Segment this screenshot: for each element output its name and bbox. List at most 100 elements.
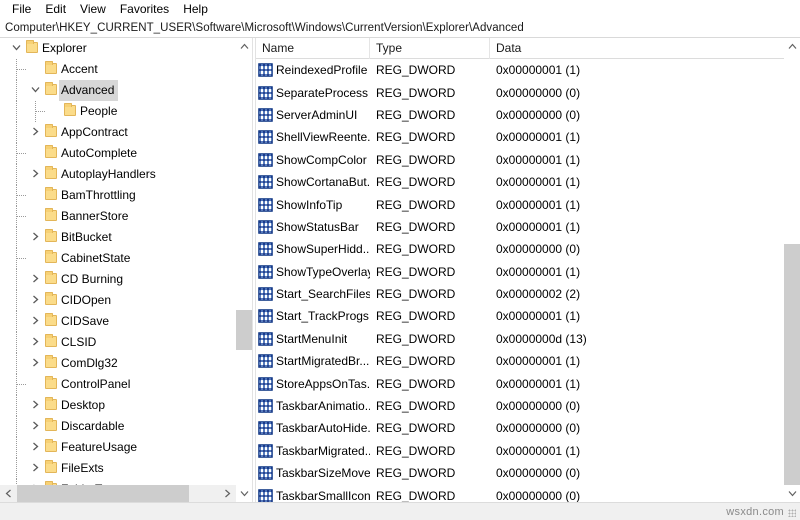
tree-item-discardable[interactable]: Discardable	[0, 416, 236, 437]
value-name-cell[interactable]: Start_TrackProgs	[256, 309, 370, 324]
registry-tree-list[interactable]: Explorer Accent Advanced People AppContract A…	[0, 38, 236, 502]
table-row[interactable]: TaskbarAutoHide... REG_DWORD 0x00000000 (0…	[256, 417, 784, 439]
value-name-cell[interactable]: Start_SearchFiles	[256, 287, 370, 302]
values-scroll-up-icon[interactable]	[784, 38, 800, 55]
chevron-down-icon[interactable]	[27, 80, 43, 101]
column-header-type[interactable]: Type	[370, 38, 490, 59]
table-row[interactable]: SeparateProcess REG_DWORD 0x00000000 (0)	[256, 81, 784, 103]
chevron-right-icon[interactable]	[27, 416, 43, 437]
tree-vscroll-thumb[interactable]	[236, 310, 252, 350]
table-row[interactable]: TaskbarSmallIcons REG_DWORD 0x00000000 (0)	[256, 484, 784, 502]
tree-vertical-scrollbar[interactable]	[236, 38, 252, 502]
chevron-right-icon[interactable]	[27, 122, 43, 143]
values-scroll-down-icon[interactable]	[784, 485, 800, 502]
value-name-cell[interactable]: StartMigratedBr...	[256, 354, 370, 369]
tree-item-cabinetstate[interactable]: CabinetState	[0, 248, 236, 269]
values-vertical-scrollbar[interactable]	[784, 38, 800, 502]
table-row[interactable]: StoreAppsOnTas... REG_DWORD 0x00000001 (1)	[256, 372, 784, 394]
tree-item-accent[interactable]: Accent	[0, 59, 236, 80]
chevron-right-icon[interactable]	[27, 437, 43, 458]
value-name-cell[interactable]: TaskbarAutoHide...	[256, 421, 370, 436]
tree-item-appcontract[interactable]: AppContract	[0, 122, 236, 143]
chevron-right-icon[interactable]	[27, 458, 43, 479]
menu-item-help[interactable]: Help	[176, 1, 215, 19]
value-name-cell[interactable]: TaskbarSmallIcons	[256, 488, 370, 502]
menu-item-favorites[interactable]: Favorites	[113, 1, 176, 19]
menu-item-file[interactable]: File	[5, 1, 38, 19]
value-name-cell[interactable]: ShowInfoTip	[256, 197, 370, 212]
tree-item-advanced[interactable]: Advanced	[0, 80, 236, 101]
table-row[interactable]: TaskbarAnimatio... REG_DWORD 0x00000000 (0…	[256, 395, 784, 417]
table-row[interactable]: ShowCortanaBut... REG_DWORD 0x00000001 (1)	[256, 171, 784, 193]
chevron-down-icon[interactable]	[8, 38, 24, 59]
table-row[interactable]: ShellViewReente... REG_DWORD 0x00000001 (1…	[256, 126, 784, 148]
table-row[interactable]: Start_SearchFiles REG_DWORD 0x00000002 (2)	[256, 283, 784, 305]
table-row[interactable]: StartMigratedBr... REG_DWORD 0x00000001 (1…	[256, 350, 784, 372]
tree-item-controlpanel[interactable]: ControlPanel	[0, 374, 236, 395]
tree-horizontal-scrollbar[interactable]	[0, 485, 236, 502]
tree-scroll-up-icon[interactable]	[236, 38, 252, 55]
table-row[interactable]: TaskbarSizeMove REG_DWORD 0x00000000 (0)	[256, 462, 784, 484]
tree-item-bannerstore[interactable]: BannerStore	[0, 206, 236, 227]
tree-item-cidsave[interactable]: CIDSave	[0, 311, 236, 332]
tree-item-bitbucket[interactable]: BitBucket	[0, 227, 236, 248]
value-name-cell[interactable]: StoreAppsOnTas...	[256, 376, 370, 391]
chevron-right-icon[interactable]	[27, 227, 43, 248]
value-name-cell[interactable]: ServerAdminUI	[256, 107, 370, 122]
tree-item-autocomplete[interactable]: AutoComplete	[0, 143, 236, 164]
value-name-cell[interactable]: ShowSuperHidd...	[256, 242, 370, 257]
chevron-right-icon[interactable]	[27, 353, 43, 374]
chevron-right-icon[interactable]	[27, 311, 43, 332]
value-name-cell[interactable]: TaskbarAnimatio...	[256, 399, 370, 414]
value-name-cell[interactable]: TaskbarMigrated...	[256, 443, 370, 458]
table-row[interactable]: ShowStatusBar REG_DWORD 0x00000001 (1)	[256, 216, 784, 238]
chevron-right-icon[interactable]	[27, 290, 43, 311]
table-row[interactable]: ReindexedProfile REG_DWORD 0x00000001 (1)	[256, 59, 784, 81]
chevron-right-icon[interactable]	[27, 395, 43, 416]
tree-item-explorer[interactable]: Explorer	[0, 38, 236, 59]
value-name-cell[interactable]: StartMenuInit	[256, 331, 370, 346]
scroll-left-icon[interactable]	[0, 485, 17, 502]
table-row[interactable]: ShowInfoTip REG_DWORD 0x00000001 (1)	[256, 193, 784, 215]
tree-item-desktop[interactable]: Desktop	[0, 395, 236, 416]
tree-hscroll-thumb[interactable]	[17, 485, 189, 502]
tree-item-cd-burning[interactable]: CD Burning	[0, 269, 236, 290]
tree-item-comdlg32[interactable]: ComDlg32	[0, 353, 236, 374]
tree-item-clsid[interactable]: CLSID	[0, 332, 236, 353]
tree-item-featureusage[interactable]: FeatureUsage	[0, 437, 236, 458]
address-bar[interactable]: Computer\HKEY_CURRENT_USER\Software\Micr…	[0, 19, 800, 38]
scroll-right-icon[interactable]	[219, 485, 236, 502]
values-vscroll-thumb[interactable]	[784, 244, 800, 486]
value-name-cell[interactable]: SeparateProcess	[256, 85, 370, 100]
tree-item-cidopen[interactable]: CIDOpen	[0, 290, 236, 311]
chevron-right-icon[interactable]	[27, 332, 43, 353]
tree-hscroll-track[interactable]	[17, 485, 219, 502]
tree-item-fileexts[interactable]: FileExts	[0, 458, 236, 479]
tree-item-people[interactable]: People	[0, 101, 236, 122]
value-name-cell[interactable]: ShellViewReente...	[256, 130, 370, 145]
value-name-cell[interactable]: ShowStatusBar	[256, 219, 370, 234]
tree-vscroll-track[interactable]	[236, 55, 252, 485]
menu-item-edit[interactable]: Edit	[38, 1, 73, 19]
tree-scroll-down-icon[interactable]	[236, 485, 252, 502]
table-row[interactable]: TaskbarMigrated... REG_DWORD 0x00000001 (1…	[256, 440, 784, 462]
tree-item-autoplayhandlers[interactable]: AutoplayHandlers	[0, 164, 236, 185]
value-name-cell[interactable]: ShowTypeOverlay	[256, 264, 370, 279]
registry-values-list[interactable]: ReindexedProfile REG_DWORD 0x00000001 (1) S…	[256, 59, 784, 502]
column-header-data[interactable]: Data	[490, 38, 784, 59]
value-name-cell[interactable]: TaskbarSizeMove	[256, 466, 370, 481]
chevron-right-icon[interactable]	[27, 164, 43, 185]
table-row[interactable]: ShowCompColor REG_DWORD 0x00000001 (1)	[256, 149, 784, 171]
tree-item-bamthrottling[interactable]: BamThrottling	[0, 185, 236, 206]
table-row[interactable]: ServerAdminUI REG_DWORD 0x00000000 (0)	[256, 104, 784, 126]
table-row[interactable]: ShowSuperHidd... REG_DWORD 0x00000000 (0)	[256, 238, 784, 260]
table-row[interactable]: Start_TrackProgs REG_DWORD 0x00000001 (1)	[256, 305, 784, 327]
menu-item-view[interactable]: View	[73, 1, 113, 19]
table-row[interactable]: StartMenuInit REG_DWORD 0x0000000d (13)	[256, 328, 784, 350]
table-row[interactable]: ShowTypeOverlay REG_DWORD 0x00000001 (1)	[256, 261, 784, 283]
value-name-cell[interactable]: ReindexedProfile	[256, 63, 370, 78]
value-name-cell[interactable]: ShowCortanaBut...	[256, 175, 370, 190]
chevron-right-icon[interactable]	[27, 269, 43, 290]
value-name-cell[interactable]: ShowCompColor	[256, 152, 370, 167]
column-header-name[interactable]: Name	[256, 38, 370, 59]
